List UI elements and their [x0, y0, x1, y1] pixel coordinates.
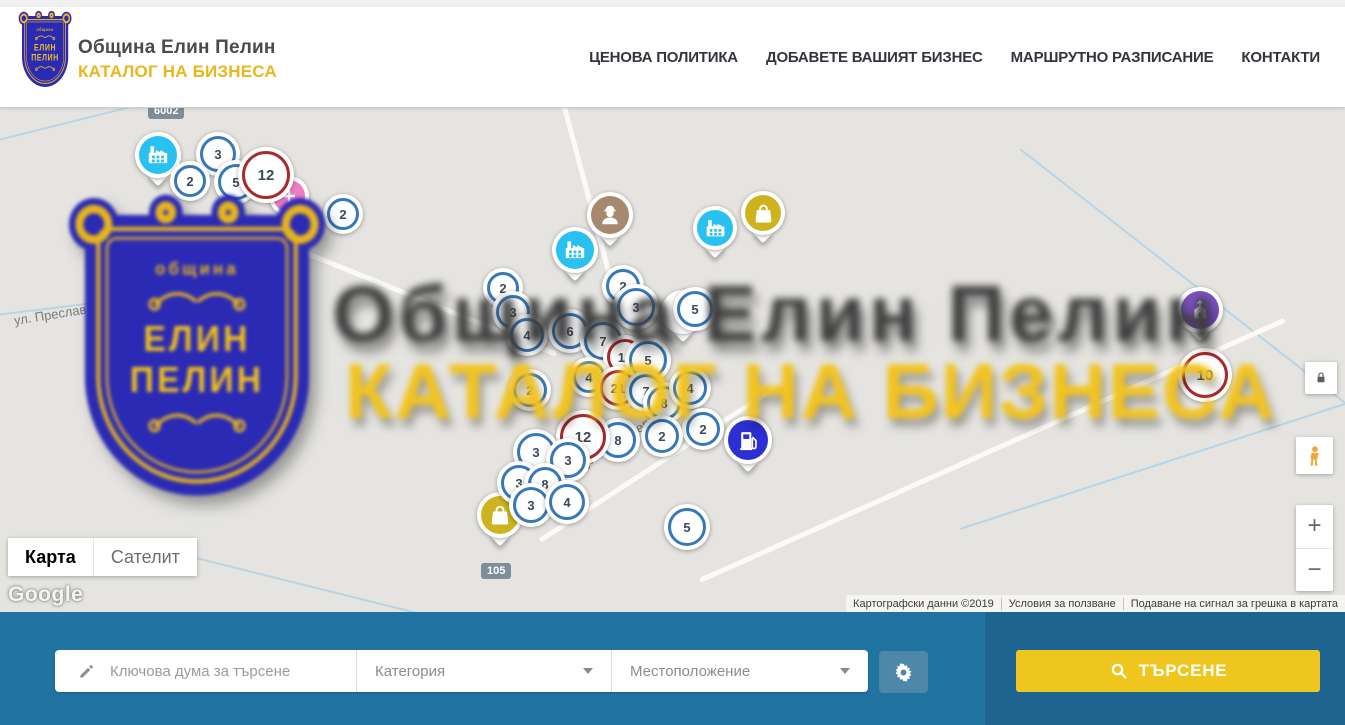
- crest-municipality-label: община: [36, 27, 53, 32]
- chevron-down-icon: [840, 668, 850, 674]
- lock-icon: [1313, 370, 1329, 386]
- map-pin-fuel[interactable]: [724, 416, 772, 474]
- search-icon: [1109, 661, 1129, 681]
- keyword-segment: [55, 650, 357, 692]
- zoom-control: + −: [1296, 505, 1333, 591]
- map-type-map-button[interactable]: Карта: [8, 538, 93, 576]
- nav-contacts[interactable]: КОНТАКТИ: [1241, 49, 1320, 66]
- map-type-satellite-button[interactable]: Сателит: [93, 538, 197, 576]
- shopping-bag-icon: [751, 201, 776, 226]
- pegman-button[interactable]: [1296, 437, 1333, 474]
- map-type-control: Карта Сателит: [8, 538, 197, 576]
- header: община ЕЛИНПЕЛИН Община Елин Пелин КАТАЛО…: [0, 0, 1345, 108]
- nav-pricing-policy[interactable]: ЦЕНОВА ПОЛИТИКА: [589, 49, 738, 66]
- pegman-icon: [1303, 444, 1327, 468]
- lock-button[interactable]: [1305, 362, 1337, 394]
- nav-add-your-business[interactable]: ДОБАВЕТЕ ВАШИЯТ БИЗНЕС: [766, 49, 983, 66]
- attribution-terms-link[interactable]: Условия за ползване: [1001, 598, 1123, 610]
- map-cluster-marker[interactable]: 2: [641, 415, 683, 457]
- map-cluster-marker[interactable]: 2: [323, 194, 363, 234]
- map-cluster-marker[interactable]: 12: [238, 147, 294, 203]
- fuel-icon: [735, 427, 762, 454]
- factory-icon: [703, 216, 728, 241]
- map-cluster-marker[interactable]: 2: [170, 161, 210, 201]
- advanced-search-button[interactable]: [879, 651, 928, 693]
- factory-icon: [145, 142, 171, 168]
- factory-icon: [562, 237, 588, 263]
- search-section: Категория Местоположение ТЪРСЕНЕ: [0, 612, 1345, 725]
- keyword-search-input[interactable]: [110, 663, 330, 680]
- pencil-icon: [77, 662, 96, 681]
- top-strip: [0, 0, 1345, 7]
- attribution-copyright: Картографски данни ©2019: [846, 598, 1001, 610]
- attribution-report-error-link[interactable]: Подаване на сигнал за грешка в картата: [1123, 598, 1345, 610]
- chevron-down-icon: [583, 668, 593, 674]
- page: община ЕЛИНПЕЛИН Община Елин Пелин КАТАЛО…: [0, 0, 1345, 725]
- site-logo[interactable]: община ЕЛИНПЕЛИН Община Елин Пелин КАТАЛО…: [22, 16, 277, 88]
- map-pin-church[interactable]: [1177, 287, 1223, 343]
- crest-name-line1: ЕЛИН: [34, 42, 56, 52]
- search-submit-button[interactable]: ТЪРСЕНЕ: [1016, 650, 1320, 692]
- crest-name-line2: ПЕЛИН: [31, 53, 59, 63]
- map-pin-factory[interactable]: [552, 227, 598, 283]
- church-icon: [1187, 297, 1213, 323]
- site-title: Община Елин Пелин: [78, 37, 277, 59]
- category-select[interactable]: Категория: [357, 650, 612, 692]
- nav-route-schedule[interactable]: МАРШРУТНО РАЗПИСАНИЕ: [1011, 49, 1214, 66]
- location-select[interactable]: Местоположение: [612, 650, 868, 692]
- zoom-out-button[interactable]: −: [1296, 549, 1333, 592]
- map-cluster-marker[interactable]: 5: [664, 504, 710, 550]
- main-nav: ЦЕНОВА ПОЛИТИКА ДОБАВЕТЕ ВАШИЯТ БИЗНЕС М…: [589, 7, 1320, 107]
- map-pin-shopping-bag[interactable]: [741, 191, 785, 245]
- marker-layer: 32512223235467135242178422812333834510: [0, 108, 1345, 612]
- worker-icon: [597, 202, 623, 228]
- logo-text: Община Елин Пелин КАТАЛОГ НА БИЗНЕСА: [78, 16, 277, 82]
- google-logo[interactable]: Google: [8, 583, 83, 607]
- map-cluster-marker[interactable]: 4: [506, 314, 548, 356]
- location-select-value: Местоположение: [630, 663, 750, 680]
- search-button-label: ТЪРСЕНЕ: [1139, 661, 1228, 681]
- municipality-crest-logo: община ЕЛИНПЕЛИН: [22, 16, 68, 88]
- map-canvas[interactable]: 6002105 ул. Преславбул. „Новосел 3251222…: [0, 108, 1345, 612]
- map-attribution: Картографски данни ©2019 Условия за полз…: [846, 595, 1345, 612]
- map-pin-factory[interactable]: [693, 206, 737, 260]
- gear-icon: [893, 662, 914, 683]
- site-subtitle: КАТАЛОГ НА БИЗНЕСА: [78, 62, 277, 82]
- map-cluster-marker[interactable]: 2: [682, 408, 724, 450]
- map-cluster-marker[interactable]: 5: [673, 287, 717, 331]
- map-cluster-marker[interactable]: 4: [669, 367, 711, 409]
- zoom-in-button[interactable]: +: [1296, 505, 1333, 549]
- map-cluster-marker[interactable]: 2: [509, 369, 551, 411]
- map-cluster-marker[interactable]: 4: [545, 480, 589, 524]
- map-cluster-marker[interactable]: 10: [1178, 348, 1232, 402]
- search-bar: Категория Местоположение: [55, 650, 868, 692]
- map-cluster-marker[interactable]: 3: [613, 284, 659, 330]
- category-select-value: Категория: [375, 663, 445, 680]
